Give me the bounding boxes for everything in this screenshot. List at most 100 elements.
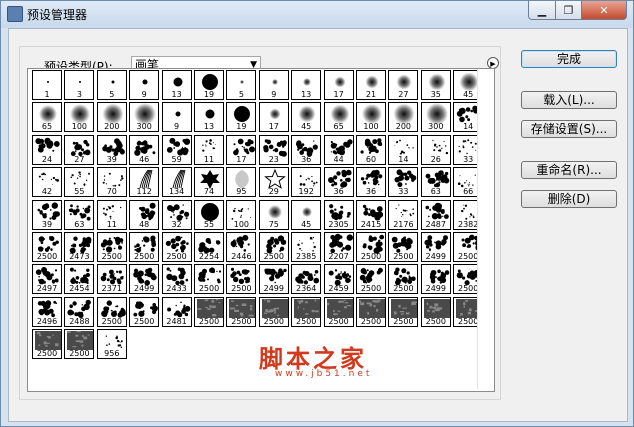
brush-preset-cell[interactable]: 3 — [64, 70, 95, 100]
brush-preset-cell[interactable]: 24 — [32, 134, 62, 165]
brush-preset-cell[interactable]: 2500 — [129, 232, 160, 262]
brush-preset-cell[interactable]: 35 — [420, 70, 451, 100]
brush-preset-cell[interactable]: 26 — [420, 134, 451, 165]
brush-preset-cell[interactable]: 100 — [226, 199, 257, 230]
brush-preset-cell[interactable]: 2500 — [323, 296, 354, 327]
brush-preset-cell[interactable]: 5 — [96, 70, 127, 100]
brush-preset-cell[interactable]: 17 — [258, 102, 289, 133]
brush-preset-cell[interactable]: 2500 — [258, 232, 289, 262]
brush-preset-cell[interactable]: 2496 — [32, 296, 62, 327]
brush-preset-cell[interactable]: 956 — [96, 329, 127, 360]
brush-preset-cell[interactable]: 23 — [258, 134, 289, 165]
brush-preset-cell[interactable]: 2500 — [96, 296, 127, 327]
brush-preset-cell[interactable]: 2500 — [258, 296, 289, 327]
brush-preset-cell[interactable]: 2446 — [226, 232, 257, 262]
brush-preset-cell[interactable]: 2500 — [226, 264, 257, 295]
maximize-button[interactable]: ❐ — [556, 1, 582, 20]
brush-preset-cell[interactable]: 134 — [161, 167, 192, 198]
brush-preset-cell[interactable]: 2454 — [64, 264, 95, 295]
brush-preset-cell[interactable]: 44 — [323, 134, 354, 165]
brush-preset-cell[interactable]: 112 — [129, 167, 160, 198]
brush-preset-cell[interactable]: 33 — [388, 167, 419, 198]
brush-preset-cell[interactable]: 2500 — [388, 232, 419, 262]
save-settings-button[interactable]: 存储设置(S)... — [521, 120, 617, 138]
brush-preset-cell[interactable]: 9 — [161, 102, 192, 133]
brush-preset-cell[interactable]: 21 — [356, 70, 386, 100]
brush-preset-cell[interactable]: 32 — [161, 199, 192, 230]
brush-preset-cell[interactable]: 17 — [226, 134, 257, 165]
brush-preset-cell[interactable]: 2364 — [291, 264, 322, 295]
brush-preset-cell[interactable]: 2459 — [323, 264, 354, 295]
brush-preset-cell[interactable]: 60 — [356, 134, 386, 165]
brush-preset-cell[interactable]: 27 — [64, 134, 95, 165]
brush-preset-cell[interactable]: 5 — [226, 70, 257, 100]
brush-preset-cell[interactable]: 2499 — [129, 264, 160, 295]
brush-preset-cell[interactable]: 55 — [194, 199, 224, 230]
brush-preset-cell[interactable]: 13 — [161, 70, 192, 100]
brush-preset-cell[interactable]: 1 — [32, 70, 62, 100]
brush-preset-cell[interactable]: 17 — [323, 70, 354, 100]
brush-preset-cell[interactable]: 70 — [96, 167, 127, 198]
brush-preset-cell[interactable]: 63 — [64, 199, 95, 230]
brush-preset-cell[interactable]: 2499 — [420, 264, 451, 295]
brush-preset-cell[interactable]: 2500 — [32, 329, 62, 360]
brush-preset-cell[interactable]: 2500 — [356, 264, 386, 295]
brush-preset-cell[interactable]: 63 — [420, 167, 451, 198]
brush-preset-cell[interactable]: 2500 — [161, 232, 192, 262]
delete-button[interactable]: 删除(D) — [521, 190, 617, 208]
vertical-scrollbar[interactable] — [477, 69, 494, 389]
brush-preset-cell[interactable]: 36 — [356, 167, 386, 198]
brush-preset-cell[interactable]: 2500 — [420, 296, 451, 327]
brush-preset-cell[interactable]: 2487 — [420, 199, 451, 230]
brush-preset-cell[interactable]: 2500 — [356, 296, 386, 327]
brush-preset-cell[interactable]: 300 — [420, 102, 451, 133]
brush-preset-cell[interactable]: 29 — [258, 167, 289, 198]
brush-preset-cell[interactable]: 27 — [388, 70, 419, 100]
done-button[interactable]: 完成 — [521, 50, 617, 68]
brush-preset-cell[interactable]: 39 — [96, 134, 127, 165]
brush-preset-cell[interactable]: 2488 — [64, 296, 95, 327]
brush-preset-cell[interactable]: 2499 — [420, 232, 451, 262]
brush-preset-cell[interactable]: 2433 — [161, 264, 192, 295]
title-bar[interactable]: 预设管理器 ▁ ❐ ✕ — [1, 1, 633, 28]
brush-preset-cell[interactable]: 192 — [291, 167, 322, 198]
brush-preset-cell[interactable]: 14 — [388, 134, 419, 165]
brush-preset-cell[interactable]: 55 — [64, 167, 95, 198]
brush-preset-cell[interactable]: 9 — [258, 70, 289, 100]
brush-preset-cell[interactable]: 2500 — [64, 329, 95, 360]
brush-preset-cell[interactable]: 100 — [356, 102, 386, 133]
brush-preset-cell[interactable]: 200 — [388, 102, 419, 133]
brush-preset-cell[interactable]: 2500 — [226, 296, 257, 327]
brush-preset-cell[interactable]: 59 — [161, 134, 192, 165]
brush-preset-cell[interactable]: 2385 — [291, 232, 322, 262]
brush-preset-cell[interactable]: 39 — [32, 199, 62, 230]
brush-preset-cell[interactable]: 2500 — [194, 296, 224, 327]
brush-preset-cell[interactable]: 2371 — [96, 264, 127, 295]
brush-preset-cell[interactable]: 2176 — [388, 199, 419, 230]
close-button[interactable]: ✕ — [582, 1, 627, 20]
brush-preset-cell[interactable]: 2500 — [388, 296, 419, 327]
brush-preset-cell[interactable]: 19 — [226, 102, 257, 133]
brush-preset-cell[interactable]: 2473 — [64, 232, 95, 262]
brush-preset-cell[interactable]: 36 — [291, 134, 322, 165]
brush-preset-cell[interactable]: 2500 — [32, 232, 62, 262]
brush-preset-cell[interactable]: 95 — [226, 167, 257, 198]
brush-preset-cell[interactable]: 45 — [291, 199, 322, 230]
brush-preset-cell[interactable]: 2481 — [161, 296, 192, 327]
brush-preset-cell[interactable]: 11 — [96, 199, 127, 230]
brush-preset-cell[interactable]: 19 — [194, 70, 224, 100]
brush-preset-cell[interactable]: 45 — [291, 102, 322, 133]
brush-preset-cell[interactable]: 65 — [323, 102, 354, 133]
brush-preset-cell[interactable]: 2207 — [323, 232, 354, 262]
brush-preset-cell[interactable]: 2500 — [291, 296, 322, 327]
brush-preset-cell[interactable]: 65 — [32, 102, 62, 133]
brush-preset-cell[interactable]: 300 — [129, 102, 160, 133]
brush-preset-cell[interactable]: 13 — [291, 70, 322, 100]
brush-preset-cell[interactable]: 2497 — [32, 264, 62, 295]
brush-preset-cell[interactable]: 2415 — [356, 199, 386, 230]
brush-preset-cell[interactable]: 36 — [323, 167, 354, 198]
brush-preset-cell[interactable]: 48 — [129, 199, 160, 230]
brush-preset-cell[interactable]: 75 — [258, 199, 289, 230]
brush-preset-cell[interactable]: 2500 — [96, 232, 127, 262]
load-button[interactable]: 载入(L)... — [521, 91, 617, 109]
